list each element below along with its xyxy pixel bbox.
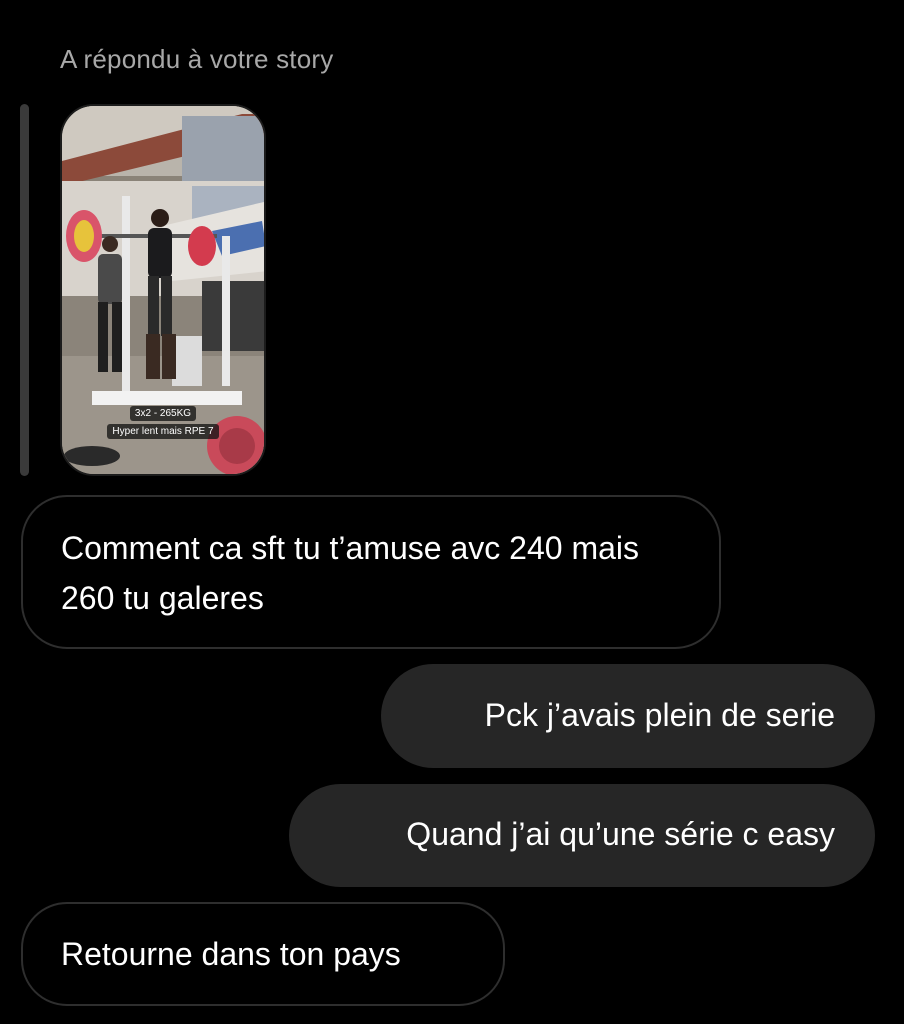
message-bubble-outgoing[interactable]: Pck j’avais plein de serie: [381, 664, 875, 768]
message-bubble-incoming[interactable]: Retourne dans ton pays: [21, 902, 505, 1006]
story-reply-bar: [20, 104, 29, 476]
message-text: Pck j’avais plein de serie: [484, 697, 835, 733]
story-thumbnail[interactable]: 3x2 - 265KG Hyper lent mais RPE 7: [60, 104, 266, 476]
story-reply-label: A répondu à votre story: [60, 44, 334, 74]
story-caption: 3x2 - 265KG Hyper lent mais RPE 7: [62, 406, 264, 439]
story-caption-line1: 3x2 - 265KG: [129, 406, 197, 421]
message-bubble-outgoing[interactable]: Quand j’ai qu’une série c easy: [289, 784, 875, 887]
message-text: Retourne dans ton pays: [61, 936, 401, 972]
message-bubble-incoming[interactable]: Comment ca sft tu t’amuse avc 240 mais 2…: [21, 495, 721, 649]
story-caption-line2: Hyper lent mais RPE 7: [107, 424, 219, 439]
message-text: Comment ca sft tu t’amuse avc 240 mais 2…: [61, 530, 639, 616]
message-text: Quand j’ai qu’une série c easy: [406, 816, 835, 852]
